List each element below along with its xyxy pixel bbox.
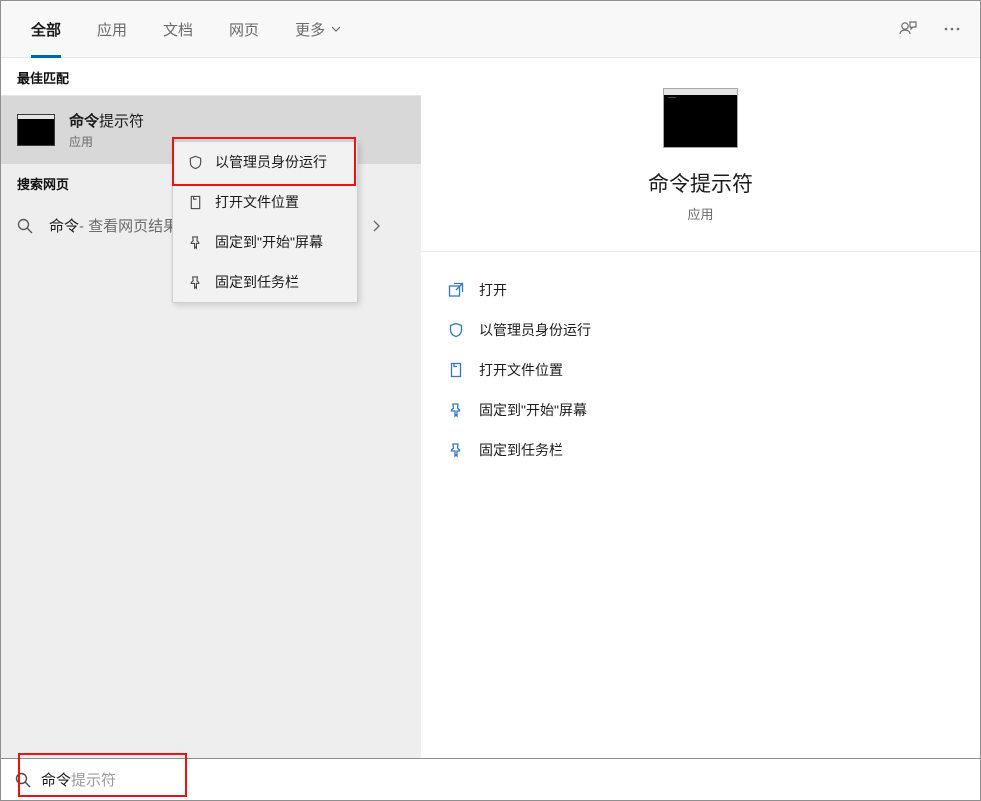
ctx-label: 固定到任务栏: [215, 272, 299, 292]
ctx-label: 打开文件位置: [215, 192, 299, 212]
action-open-location[interactable]: 打开文件位置: [445, 350, 956, 390]
search-tabs: 全部 应用 文档 网页 更多: [1, 1, 980, 58]
ctx-label: 固定到"开始"屏幕: [215, 232, 323, 252]
action-open[interactable]: 打开: [445, 270, 956, 310]
search-ghost-text: 提示符: [71, 769, 116, 790]
tab-more[interactable]: 更多: [277, 1, 359, 57]
context-menu: 以管理员身份运行 打开文件位置 固定到"开始"屏幕 固定到任务栏: [172, 141, 358, 303]
search-icon: [15, 772, 31, 788]
search-icon: [17, 218, 35, 234]
chevron-right-icon: [371, 219, 381, 233]
preview-app-icon: [663, 88, 738, 148]
shield-icon: [445, 322, 467, 338]
action-label: 固定到任务栏: [479, 440, 563, 460]
shield-icon: [185, 155, 205, 170]
ctx-pin-taskbar[interactable]: 固定到任务栏: [173, 262, 357, 302]
tab-label: 应用: [97, 19, 127, 40]
chevron-down-icon: [331, 24, 341, 34]
tab-web[interactable]: 网页: [211, 1, 277, 57]
tab-all[interactable]: 全部: [13, 1, 79, 57]
action-label: 固定到"开始"屏幕: [479, 400, 587, 420]
more-options-icon[interactable]: [942, 19, 962, 39]
action-label: 打开文件位置: [479, 360, 563, 380]
result-subtitle: 应用: [69, 133, 144, 150]
result-title: 命令提示符: [69, 110, 144, 131]
web-query: 命令: [49, 215, 79, 236]
tab-apps[interactable]: 应用: [79, 1, 145, 57]
tab-label: 网页: [229, 19, 259, 40]
ctx-run-admin[interactable]: 以管理员身份运行: [173, 142, 357, 182]
action-pin-start[interactable]: 固定到"开始"屏幕: [445, 390, 956, 430]
section-best-match: 最佳匹配: [1, 58, 421, 96]
open-icon: [445, 282, 467, 298]
action-label: 以管理员身份运行: [479, 320, 591, 340]
tab-documents[interactable]: 文档: [145, 1, 211, 57]
action-run-admin[interactable]: 以管理员身份运行: [445, 310, 956, 350]
tab-label: 全部: [31, 19, 61, 40]
preview-title: 命令提示符: [648, 168, 753, 198]
ctx-pin-start[interactable]: 固定到"开始"屏幕: [173, 222, 357, 262]
web-hint: - 查看网页结果: [79, 215, 178, 236]
ctx-open-location[interactable]: 打开文件位置: [173, 182, 357, 222]
ctx-label: 以管理员身份运行: [215, 152, 327, 172]
preview-subtitle: 应用: [687, 204, 713, 223]
search-input[interactable]: 命令提示符: [1, 758, 980, 800]
action-label: 打开: [479, 280, 507, 300]
tab-label: 更多: [295, 19, 325, 40]
preview-panel: 命令提示符 应用 打开 以管理员身份运行: [421, 58, 980, 758]
pin-icon: [445, 402, 467, 418]
folder-icon: [185, 195, 205, 210]
folder-icon: [445, 362, 467, 378]
cmd-icon: [17, 114, 55, 146]
action-pin-taskbar[interactable]: 固定到任务栏: [445, 430, 956, 470]
search-typed-text: 命令: [41, 769, 71, 790]
pin-icon: [185, 275, 205, 290]
tab-label: 文档: [163, 19, 193, 40]
pin-icon: [185, 235, 205, 250]
pin-icon: [445, 442, 467, 458]
feedback-icon[interactable]: [898, 19, 918, 39]
